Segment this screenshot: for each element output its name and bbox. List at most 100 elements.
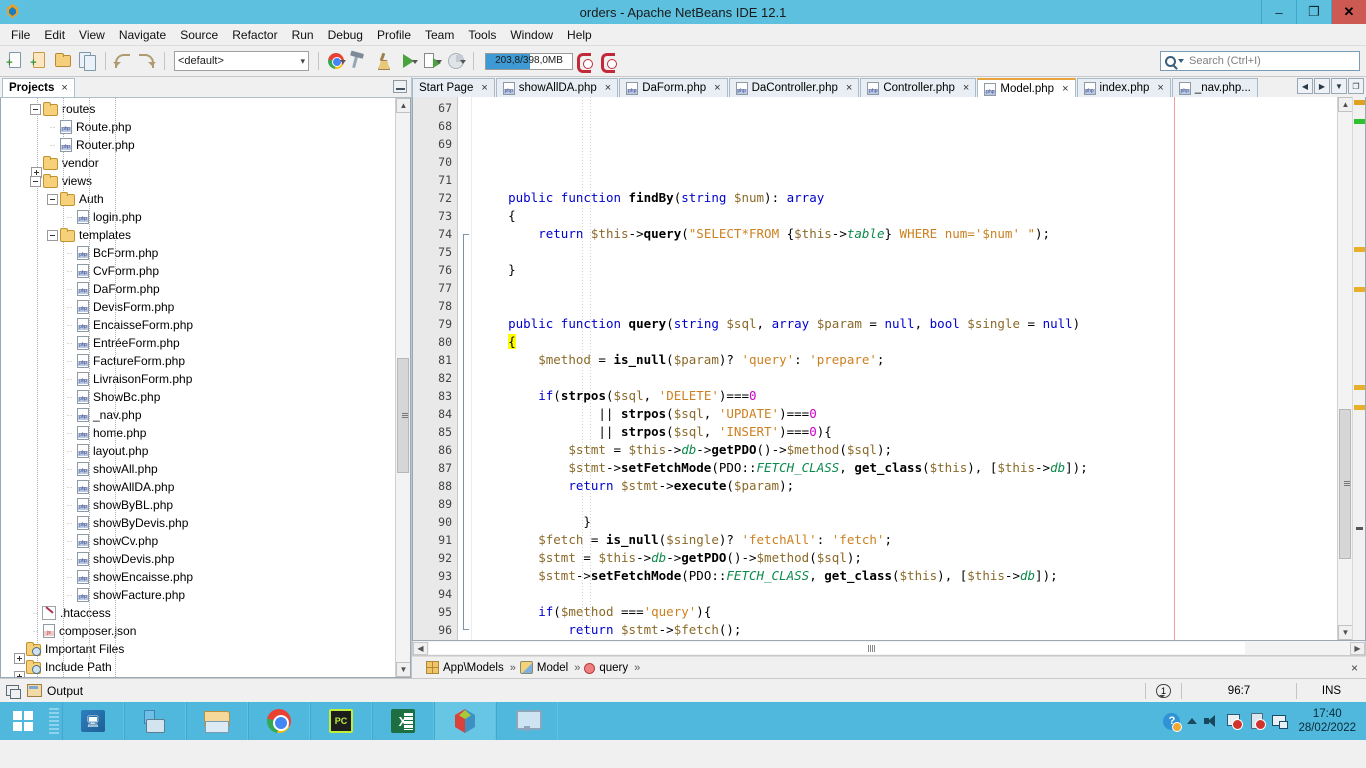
tree-item[interactable]: Auth [1,190,395,208]
collapse-icon[interactable] [47,229,58,241]
tree-item[interactable]: ·· BcForm.php [1,244,395,262]
menu-team[interactable]: Team [418,26,461,44]
new-file-icon[interactable]: + [5,50,27,72]
scroll-tabs-right-button[interactable]: ▶ [1314,78,1330,94]
editor-tab-dacontroller-php[interactable]: DaController.php × [728,78,860,97]
usb-eject-error-icon[interactable] [1249,713,1267,730]
undo-icon[interactable] [112,50,134,72]
code-line[interactable]: } [472,261,1337,279]
tree-item[interactable]: ·· _nav.php [1,406,395,424]
tree-item[interactable]: ·· .htaccess [1,604,395,622]
close-icon[interactable]: × [605,82,611,94]
tree-item[interactable]: ·· LivraisonForm.php [1,370,395,388]
tree-item[interactable]: Important Files [1,640,395,664]
collapse-icon[interactable] [47,193,58,205]
menu-debug[interactable]: Debug [321,26,370,44]
code-line[interactable]: $stmt->setFetchMode(PDO::FETCH_CLASS, ge… [472,567,1337,585]
tree-item[interactable]: Include Path [1,658,395,677]
error-annotation-stripe[interactable] [1352,97,1365,640]
scroll-down-button[interactable]: ▼ [1338,625,1353,640]
help-warning-icon[interactable]: ? [1163,712,1183,732]
menu-file[interactable]: File [4,26,37,44]
editor-tab-controller-php[interactable]: Controller.php × [860,78,977,97]
code-line[interactable]: $stmt = $this->db->getPDO()->$method($sq… [472,441,1337,459]
gc-icon[interactable] [574,50,596,73]
editor-tab--nav-php-[interactable]: _nav.php... [1171,78,1258,97]
profile-project-icon[interactable] [445,50,467,72]
tree-item[interactable]: ·· EntréeForm.php [1,334,395,352]
tree-item[interactable]: ·· DevisForm.php [1,298,395,316]
tree-item[interactable]: ·· showByBL.php [1,496,395,514]
code-line[interactable]: $stmt->setFetchMode(PDO::FETCH_CLASS, ge… [472,459,1337,477]
minimize-window-icon[interactable] [393,80,407,93]
tree-item[interactable]: ·· FactureForm.php [1,352,395,370]
annotation-mark[interactable] [1354,247,1365,252]
code-line[interactable]: return $stmt->execute($param); [472,477,1337,495]
code-line[interactable]: $stmt = $this->db->getPDO()->$method($sq… [472,549,1337,567]
scroll-up-button[interactable]: ▲ [1338,97,1353,112]
editor-tab-model-php[interactable]: Model.php × [977,78,1076,97]
menu-edit[interactable]: Edit [37,26,72,44]
close-icon[interactable]: × [1157,82,1163,94]
code-line[interactable]: public function findBy(string $num): arr… [472,189,1337,207]
annotation-mark[interactable] [1354,119,1365,124]
scroll-right-button[interactable]: ▶ [1350,641,1365,655]
menu-tools[interactable]: Tools [461,26,503,44]
expand-icon[interactable] [14,652,25,664]
notification-badge[interactable]: 1 [1156,684,1171,698]
code-line[interactable]: if($method ==='query'){ [472,603,1337,621]
tree-item[interactable]: Remote Files [1,676,395,677]
projects-scrollbar[interactable]: ▲ ▼ [395,98,410,677]
breadcrumb-item-package[interactable]: App\Models [426,661,504,674]
menu-run[interactable]: Run [285,26,321,44]
tree-item[interactable]: ·· showCv.php [1,532,395,550]
collapse-icon[interactable] [30,103,41,115]
code-line[interactable] [472,243,1337,261]
tree-item[interactable]: views [1,172,395,190]
menu-navigate[interactable]: Navigate [112,26,173,44]
breadcrumb-item-class[interactable]: Model [519,661,568,674]
annotation-mark[interactable] [1354,287,1365,292]
start-button[interactable] [0,702,46,740]
tree-item[interactable]: ·· showByDevis.php [1,514,395,532]
scroll-thumb[interactable] [1339,409,1351,559]
code-line[interactable]: if(strpos($sql, 'DELETE')===0 [472,387,1337,405]
menu-window[interactable]: Window [503,26,560,44]
open-project-icon[interactable] [53,50,75,72]
notifications-cell[interactable]: 1 [1145,683,1181,699]
code-editor[interactable]: 67 68 69 70 71 72 73 74 75 76 77 78 79 80 81 82 83 84 85 86… [412,97,1366,655]
show-hidden-icons-icon[interactable] [1187,718,1198,724]
tab-list-dropdown[interactable]: ▼ [1331,78,1347,94]
menu-refactor[interactable]: Refactor [225,26,284,44]
tree-item[interactable]: ·· showDevis.php [1,550,395,568]
close-icon[interactable]: × [963,82,969,94]
code-line[interactable]: { [472,207,1337,225]
editor-tab-showallda-php[interactable]: showAllDA.php × [495,78,619,97]
flag-error-icon[interactable] [1226,713,1244,730]
tree-item[interactable]: routes [1,100,395,118]
editor-tab-daform-php[interactable]: DaForm.php × [619,78,728,97]
code-line[interactable]: return $stmt->$fetch(); [472,621,1337,639]
code-line[interactable] [472,297,1337,315]
project-configuration-select[interactable]: <default> ▾ [174,51,309,71]
menu-profile[interactable]: Profile [370,26,418,44]
tab-projects[interactable]: Projects × [2,78,75,97]
tree-item[interactable]: ·· showAllDA.php [1,478,395,496]
scroll-up-button[interactable]: ▲ [396,98,410,113]
run-project-icon[interactable] [397,50,419,72]
redo-icon[interactable] [136,50,158,72]
tree-item[interactable]: vendor [1,154,395,178]
code-fold-column[interactable] [458,97,472,640]
memory-usage-indicator[interactable]: 203,8/398,0MB [485,52,573,70]
annotation-mark[interactable] [1354,405,1365,410]
menu-view[interactable]: View [72,26,112,44]
build-project-icon[interactable] [349,50,371,72]
code-line[interactable]: } [472,513,1337,531]
browser-chrome-icon[interactable] [325,50,347,72]
code-line[interactable]: || strpos($sql, 'INSERT')===0){ [472,423,1337,441]
collapse-icon[interactable] [30,175,41,187]
taskbar-netbeans[interactable] [434,702,496,740]
close-icon[interactable]: × [481,82,487,94]
minimize-button[interactable]: – [1261,0,1296,24]
code-line[interactable]: return $this->query("SELECT*FROM {$this-… [472,225,1337,243]
